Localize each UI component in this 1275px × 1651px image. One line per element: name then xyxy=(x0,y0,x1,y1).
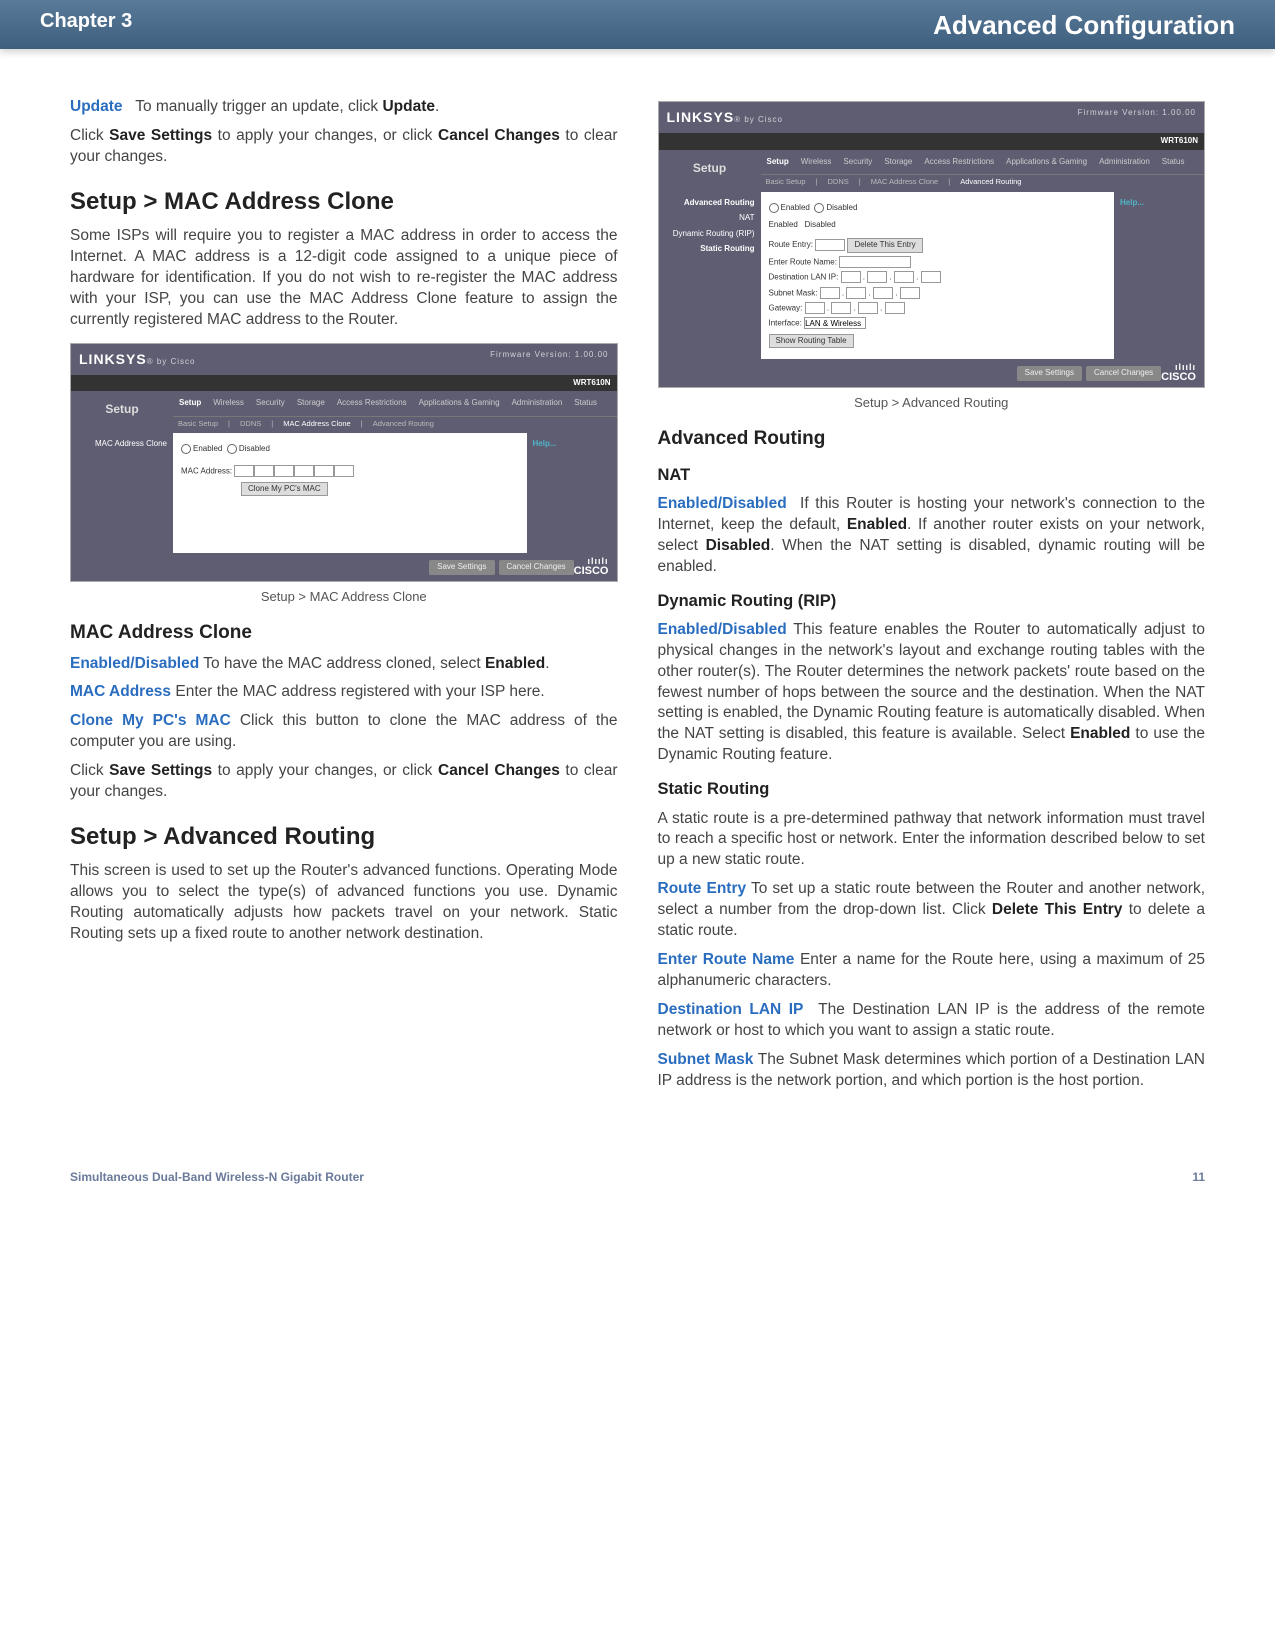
save-line: Click Save Settings to apply your change… xyxy=(70,126,618,168)
screenshot-adv-routing: LINKSYS® by CiscoFirmware Version: 1.00.… xyxy=(658,101,1206,388)
dest-ip-para: Destination LAN IP The Destination LAN I… xyxy=(658,1000,1206,1042)
right-column: LINKSYS® by CiscoFirmware Version: 1.00.… xyxy=(658,89,1206,1100)
save-line-2: Click Save Settings to apply your change… xyxy=(70,761,618,803)
subnet-para: Subnet Mask The Subnet Mask determines w… xyxy=(658,1050,1206,1092)
clone-para: Clone My PC's MAC Click this button to c… xyxy=(70,711,618,753)
heading-static: Static Routing xyxy=(658,778,1206,800)
chapter-label: Chapter 3 xyxy=(40,10,132,41)
heading-adv-routing: Advanced Routing xyxy=(658,426,1206,452)
heading-rip: Dynamic Routing (RIP) xyxy=(658,590,1206,612)
mac-enabled-para: Enabled/Disabled To have the MAC address… xyxy=(70,654,618,675)
header-title: Advanced Configuration xyxy=(933,10,1235,41)
page-body: Update To manually trigger an update, cl… xyxy=(0,89,1275,1140)
update-term: Update xyxy=(70,98,123,115)
rip-para: Enabled/Disabled This feature enables th… xyxy=(658,620,1206,766)
route-name-para: Enter Route Name Enter a name for the Ro… xyxy=(658,950,1206,992)
page-header: Chapter 3 Advanced Configuration xyxy=(0,0,1275,49)
heading-mac-setup: Setup > MAC Address Clone xyxy=(70,186,618,218)
update-paragraph: Update To manually trigger an update, cl… xyxy=(70,97,618,118)
mac-intro: Some ISPs will require you to register a… xyxy=(70,226,618,331)
page-footer: Simultaneous Dual-Band Wireless-N Gigabi… xyxy=(0,1140,1275,1214)
nat-para: Enabled/Disabled If this Router is hosti… xyxy=(658,494,1206,578)
heading-mac-clone: MAC Address Clone xyxy=(70,620,618,646)
footer-product: Simultaneous Dual-Band Wireless-N Gigabi… xyxy=(70,1170,364,1184)
heading-nat: NAT xyxy=(658,464,1206,486)
update-after: . xyxy=(435,98,439,115)
update-text: To manually trigger an update, click xyxy=(135,98,382,115)
static-intro: A static route is a pre-determined pathw… xyxy=(658,809,1206,872)
screenshot-mac-clone: LINKSYS® by CiscoFirmware Version: 1.00.… xyxy=(70,343,618,583)
update-bold: Update xyxy=(382,98,435,115)
adv-intro: This screen is used to set up the Router… xyxy=(70,861,618,945)
route-entry-para: Route Entry To set up a static route bet… xyxy=(658,879,1206,942)
mac-address-para: MAC Address Enter the MAC address regist… xyxy=(70,682,618,703)
heading-adv-setup: Setup > Advanced Routing xyxy=(70,821,618,853)
left-column: Update To manually trigger an update, cl… xyxy=(70,89,618,1100)
footer-page-number: 11 xyxy=(1192,1170,1205,1184)
mac-caption: Setup > MAC Address Clone xyxy=(70,588,618,606)
adv-caption: Setup > Advanced Routing xyxy=(658,394,1206,412)
